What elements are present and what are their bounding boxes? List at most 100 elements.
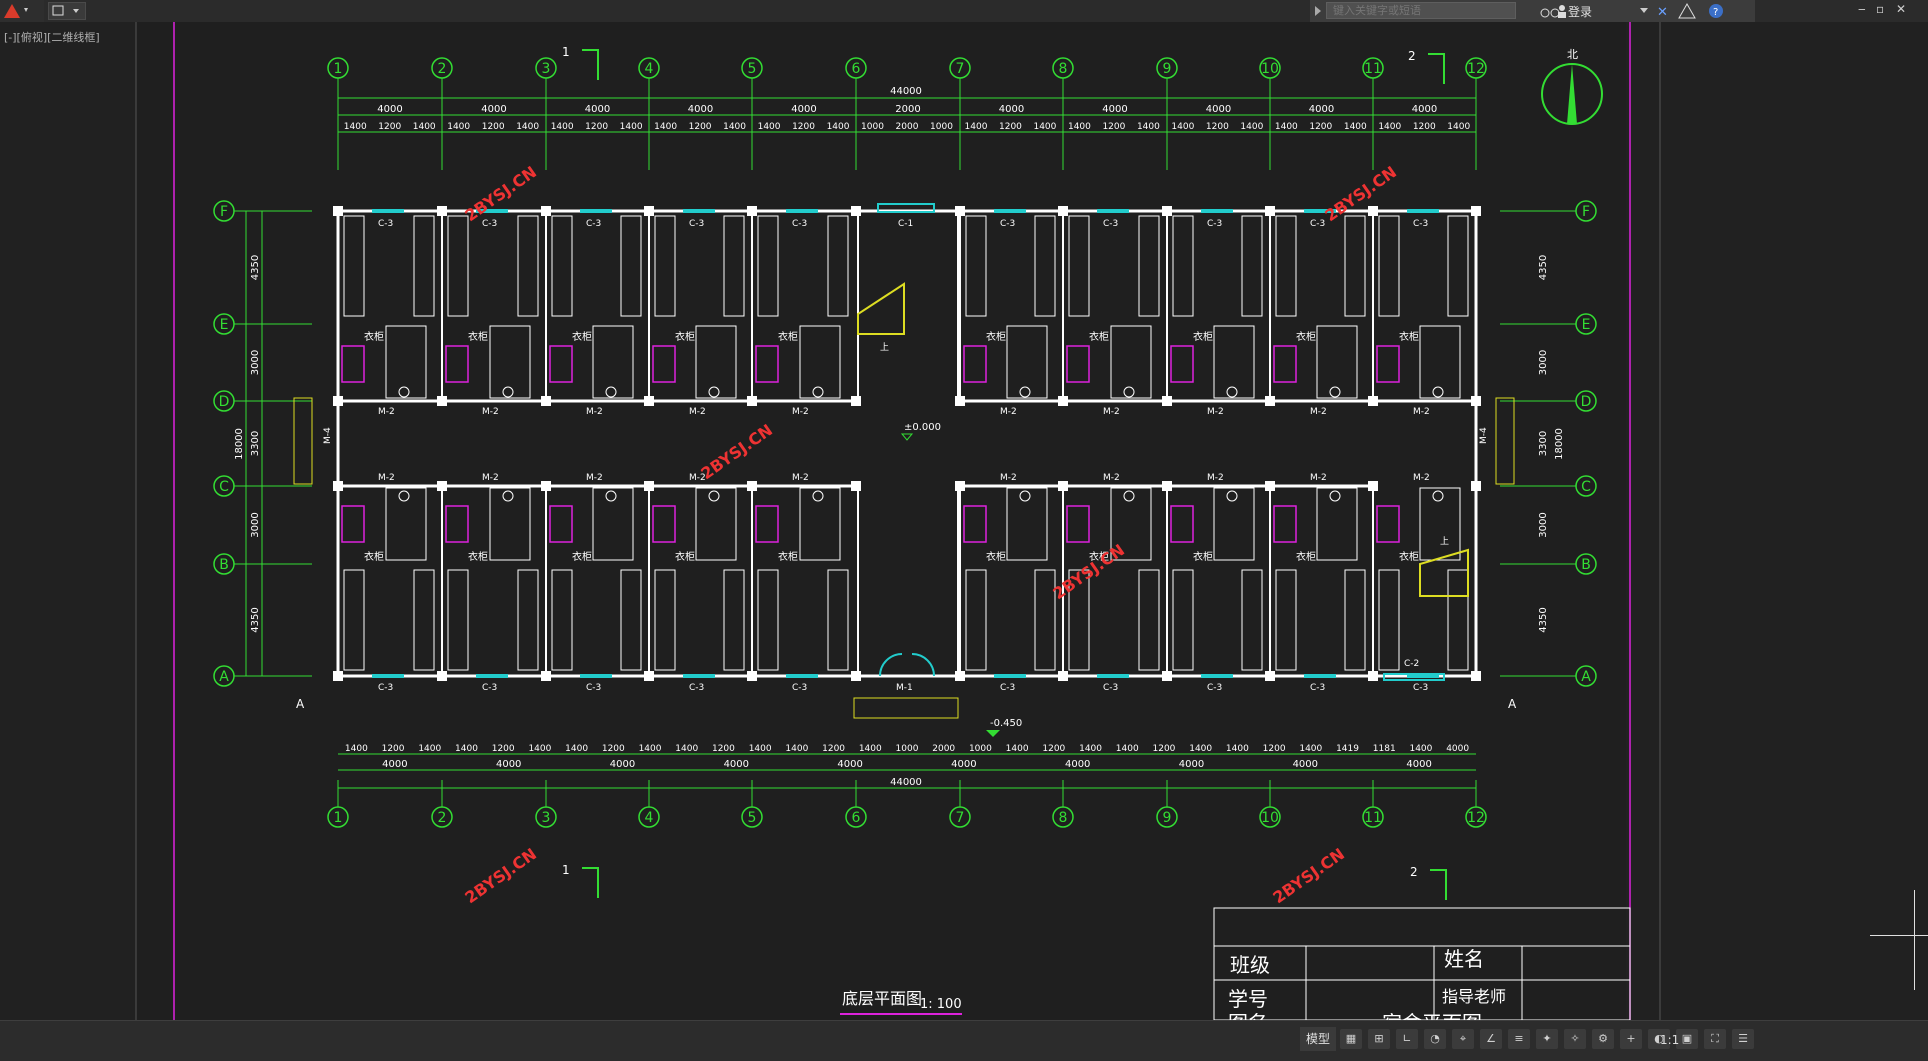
fullscreen-icon[interactable]: ⛶	[1704, 1029, 1726, 1049]
dim-sub-top: 1400	[723, 122, 746, 132]
cursor-crosshair-horizontal	[1870, 935, 1928, 936]
otrack-icon[interactable]: ∠	[1480, 1029, 1502, 1049]
door-label-m1: M-1	[896, 683, 913, 693]
dim-sub-bottom: 1400	[1079, 744, 1102, 754]
axis-label-3: 3	[542, 810, 551, 826]
wardrobe	[1376, 505, 1400, 543]
door-label: M-2	[1000, 473, 1017, 483]
building-walls	[333, 206, 1481, 681]
toilet	[812, 386, 824, 398]
lineweight-icon[interactable]: ≡	[1508, 1029, 1530, 1049]
bed	[723, 215, 745, 317]
bed	[1275, 215, 1297, 317]
annotation-icon[interactable]: ✦	[1536, 1029, 1558, 1049]
dim-sub-top: 1400	[1137, 122, 1160, 132]
dim-left: 4350	[250, 255, 261, 280]
customize-menu-icon[interactable]: ☰	[1732, 1029, 1754, 1049]
bed	[413, 215, 435, 317]
dim-sub-top: 1400	[1171, 122, 1194, 132]
bed	[551, 569, 573, 671]
plan-scale-text: 1: 100	[920, 997, 962, 1012]
plus-icon[interactable]: +	[1620, 1029, 1642, 1049]
workspace-gear-icon[interactable]: ⚙	[1592, 1029, 1614, 1049]
window-label: C-3	[689, 683, 704, 693]
dim-bay-bottom: 4000	[496, 759, 521, 770]
osnap-icon[interactable]: ⌖	[1452, 1029, 1474, 1049]
door-label: M-2	[1413, 407, 1430, 417]
structural-column	[851, 671, 861, 681]
dim-left: 4350	[250, 607, 261, 632]
bed	[343, 569, 365, 671]
toilet	[398, 386, 410, 398]
toilet	[1123, 490, 1135, 502]
title-block-frame	[1213, 907, 1631, 1020]
door-label: M-2	[1103, 473, 1120, 483]
door-label: M-2	[1103, 407, 1120, 417]
wardrobe	[445, 345, 469, 383]
dim-sub-top: 2000	[896, 122, 919, 132]
axis-label-E: E	[1582, 317, 1591, 333]
model-tab[interactable]: 模型	[1300, 1027, 1337, 1051]
toilet	[605, 386, 617, 398]
dim-sub-top: 1400	[516, 122, 539, 132]
toilet	[1123, 386, 1135, 398]
cursor-crosshair-vertical	[1914, 890, 1915, 990]
door-label: M-2	[586, 407, 603, 417]
annotation-scale[interactable]: 1:1	[1660, 1033, 1679, 1047]
axis-label-A: A	[1581, 669, 1591, 685]
bed	[517, 215, 539, 317]
dim-sub-top: 1400	[551, 122, 574, 132]
window-label: C-3	[1413, 683, 1428, 693]
bed	[654, 569, 676, 671]
section-a-east: A	[1508, 697, 1517, 711]
bathroom	[1419, 487, 1461, 561]
watermark-text: 2BYSJ.CN	[461, 844, 540, 907]
wardrobe-label: 衣柜	[468, 330, 488, 343]
window-label: C-3	[1310, 683, 1325, 693]
dim-bay-top: 4000	[481, 104, 506, 115]
dim-bay-top: 4000	[999, 104, 1024, 115]
section-mark-label: 1	[562, 863, 570, 877]
dim-sub-top: 1400	[758, 122, 781, 132]
window-label: C-3	[1000, 683, 1015, 693]
dim-sub-top: 1400	[965, 122, 988, 132]
wardrobe-label: 衣柜	[1399, 330, 1419, 343]
wardrobe	[1066, 505, 1090, 543]
dim-sub-bottom: 1400	[859, 744, 882, 754]
visibility-icon[interactable]: ✧	[1564, 1029, 1586, 1049]
polar-icon[interactable]: ◔	[1424, 1029, 1446, 1049]
dim-left: 3000	[250, 512, 261, 537]
door-label: M-2	[1207, 407, 1224, 417]
watermark-text: 2BYSJ.CN	[1269, 844, 1348, 907]
wardrobe	[1170, 505, 1194, 543]
dim-sub-bottom: 2000	[932, 744, 955, 754]
axis-label-12: 12	[1467, 810, 1485, 826]
dim-sub-bottom: 1200	[822, 744, 845, 754]
wardrobe	[1273, 345, 1297, 383]
snap-icon[interactable]: ⊞	[1368, 1029, 1390, 1049]
wardrobe-label: 衣柜	[572, 330, 592, 343]
bed	[447, 215, 469, 317]
dim-sub-top: 1000	[930, 122, 953, 132]
window-label-c1: C-1	[898, 219, 913, 229]
dim-total-top: 44000	[890, 86, 922, 97]
ortho-icon[interactable]: ∟	[1396, 1029, 1418, 1049]
toilet	[1432, 386, 1444, 398]
title-block-teacher: 指导老师	[1442, 987, 1506, 1006]
bathroom	[489, 487, 531, 561]
section-mark	[1430, 869, 1447, 900]
bed	[1378, 215, 1400, 317]
dim-left: 3300	[250, 431, 261, 456]
door-label-m4-west: M-4	[323, 427, 333, 444]
door-label: M-2	[1413, 473, 1430, 483]
door-label: M-2	[586, 473, 603, 483]
grid-icon[interactable]: ▦	[1340, 1029, 1362, 1049]
window-label: C-3	[1103, 219, 1118, 229]
door-m1	[879, 653, 935, 677]
wardrobe-label: 衣柜	[1193, 330, 1213, 343]
window-label: C-3	[378, 683, 393, 693]
dim-left-total: 18000	[234, 428, 245, 460]
dim-right: 3000	[1538, 512, 1549, 537]
toilet	[1226, 490, 1238, 502]
toilet	[1019, 386, 1031, 398]
